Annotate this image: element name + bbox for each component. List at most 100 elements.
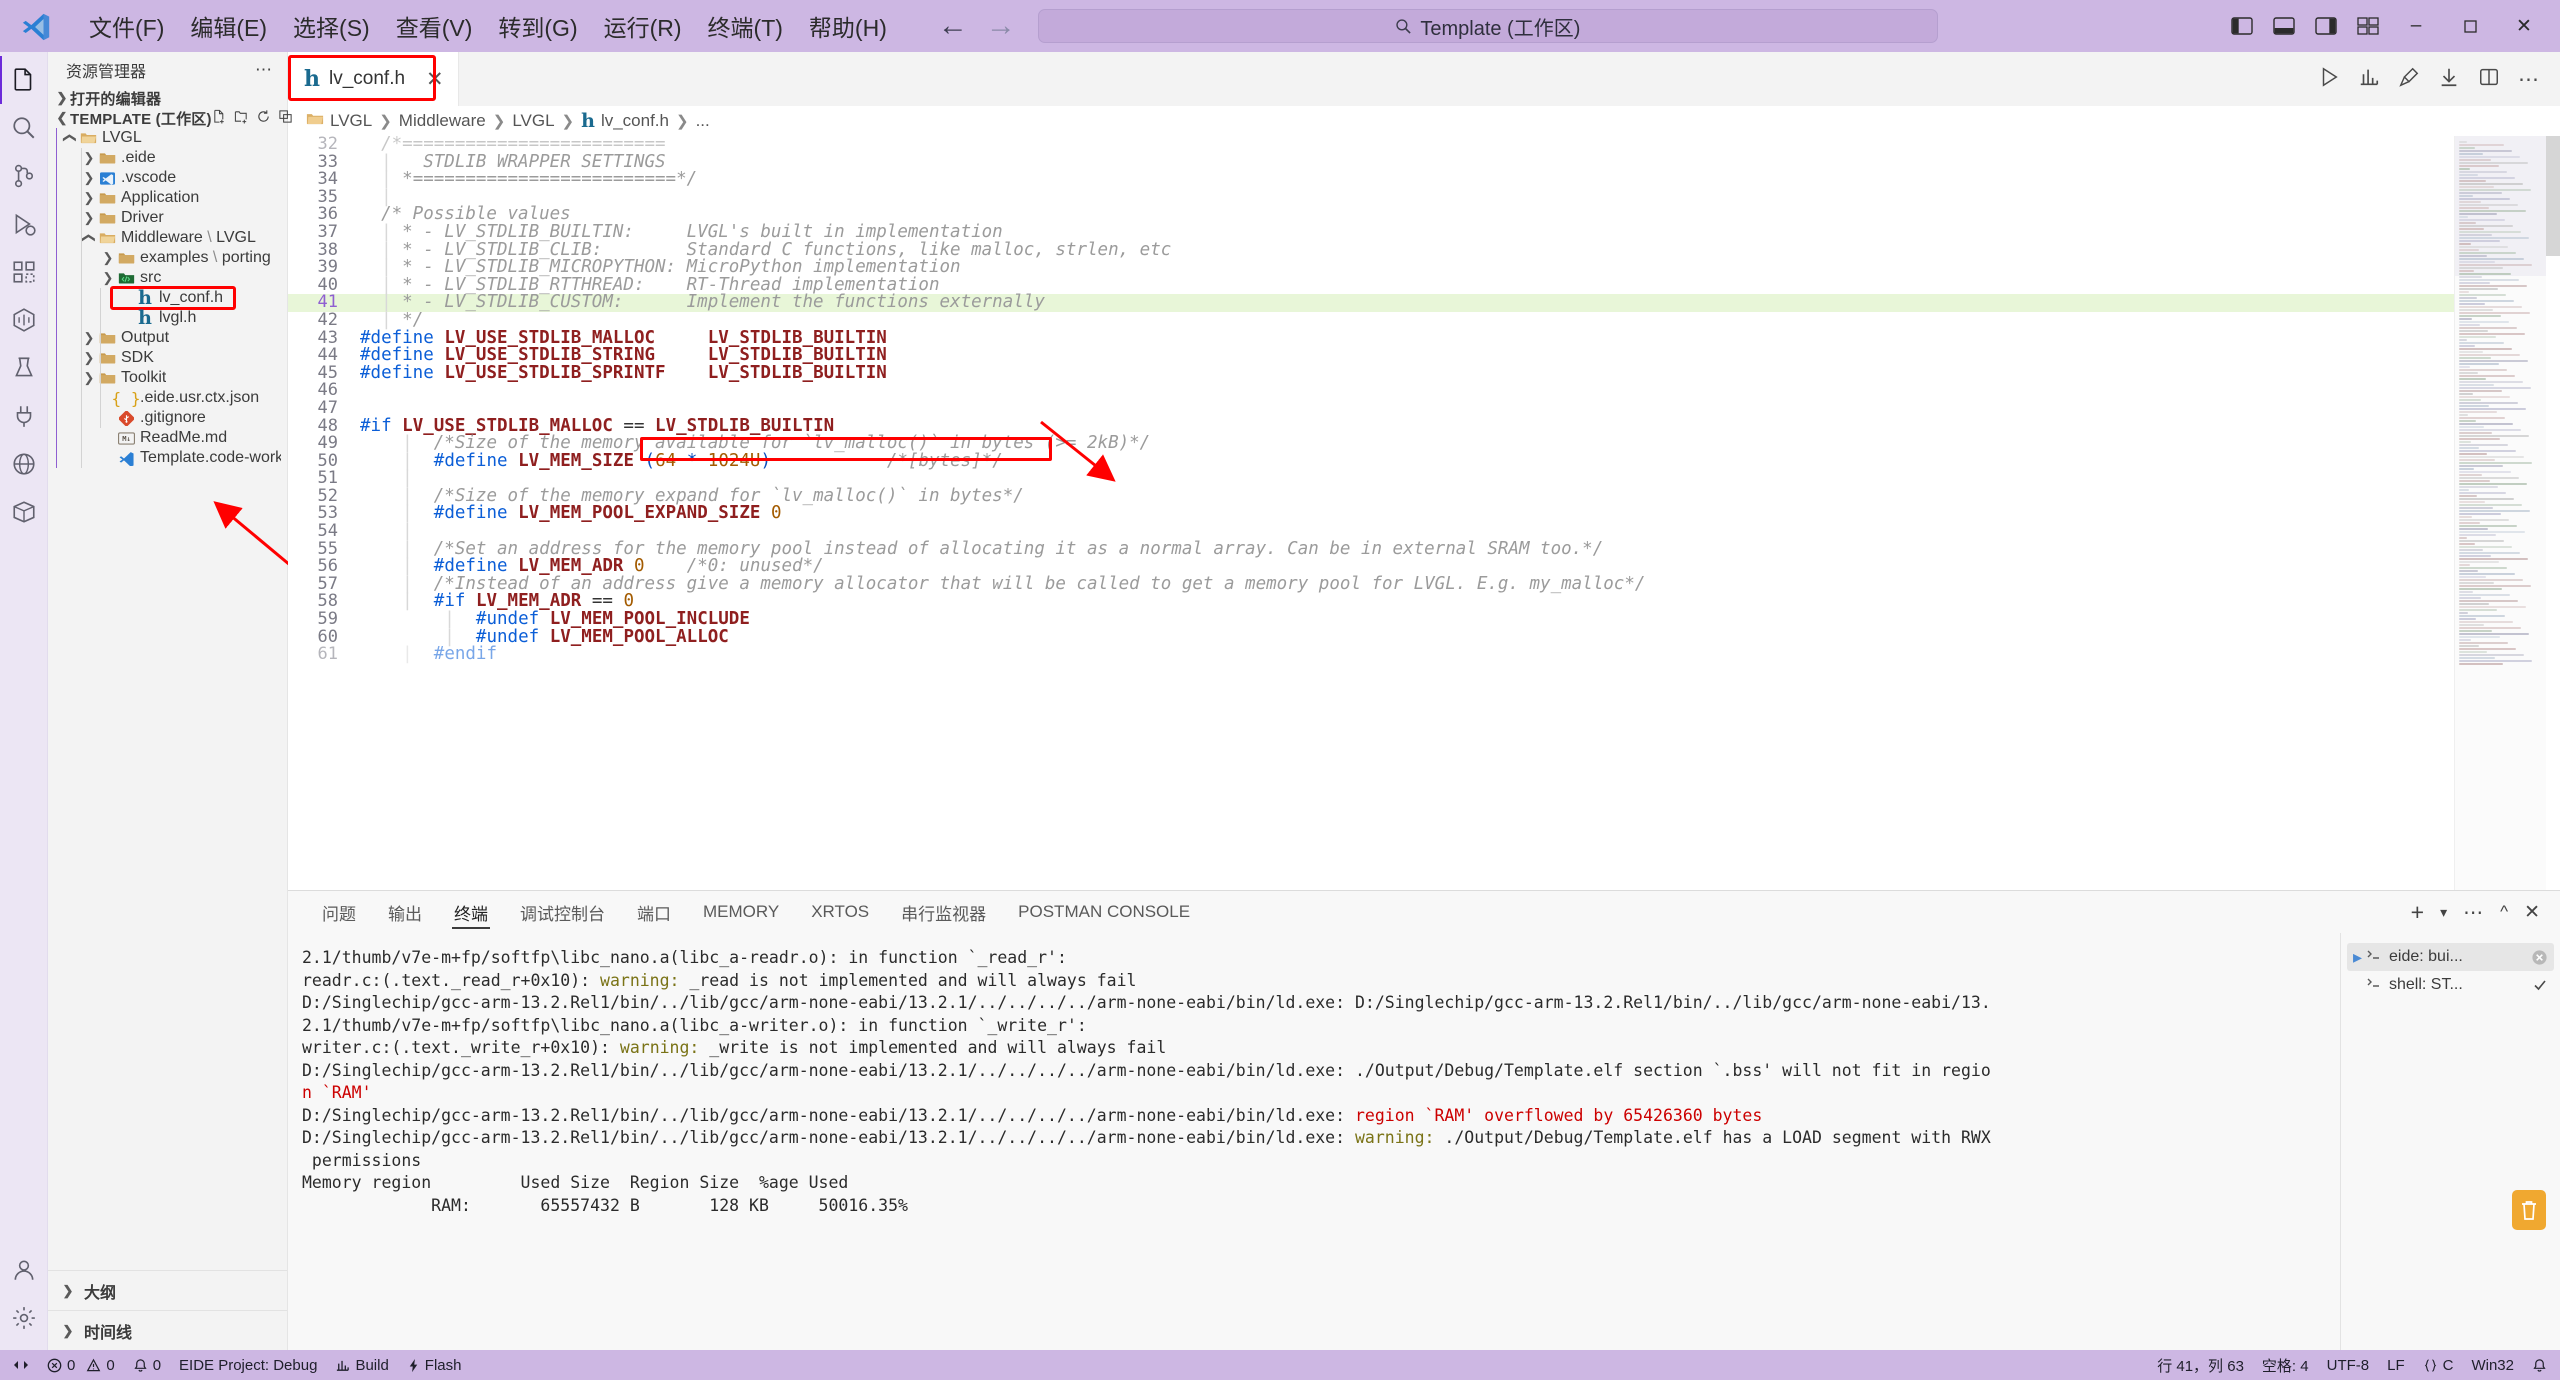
new-folder-icon[interactable] — [234, 109, 249, 128]
status-language-mode[interactable]: C — [2414, 1350, 2463, 1380]
sidebar-item-postman[interactable] — [0, 488, 48, 536]
sidebar-item-source-control[interactable] — [0, 152, 48, 200]
code-line[interactable]: 61 | #endif — [288, 645, 2454, 664]
menu-edit[interactable]: 编辑(E) — [177, 4, 280, 48]
breadcrumb-item-4[interactable]: ... — [696, 111, 710, 131]
code-line[interactable]: 53 | #define LV_MEM_POOL_EXPAND_SIZE 0 — [288, 505, 2454, 523]
terminal-list-item-eide[interactable]: ▸ eide: bui... — [2347, 943, 2554, 971]
more-actions-icon[interactable]: ⋯ — [2463, 900, 2484, 925]
code-line[interactable]: 32 /*========================= — [288, 136, 2454, 154]
panel-tab-8[interactable]: POSTMAN CONSOLE — [1002, 891, 1206, 933]
status-notifications[interactable] — [2523, 1350, 2556, 1380]
tree-item-lvgl-h[interactable]: ❯hlvgl.h — [48, 308, 287, 328]
code-line[interactable]: 60 | #undef LV_MEM_POOL_ALLOC — [288, 628, 2454, 647]
minimap[interactable] — [2454, 136, 2546, 890]
breadcrumb-item-0[interactable]: LVGL — [306, 111, 372, 131]
tree-item-template-code-workspace[interactable]: ❯Template.code-workspace — [48, 448, 287, 468]
panel-tab-6[interactable]: XRTOS — [795, 891, 885, 933]
download-icon[interactable] — [2438, 66, 2460, 93]
panel-tab-1[interactable]: 输出 — [372, 891, 438, 933]
sidebar-item-run-debug[interactable] — [0, 200, 48, 248]
section-outline[interactable]: ❯ 大纲 — [48, 1270, 287, 1310]
tree-item-readme-md[interactable]: ❯M↓ReadMe.md — [48, 428, 287, 448]
sidebar-item-remote[interactable] — [0, 440, 48, 488]
sidebar-item-explorer[interactable] — [0, 56, 48, 104]
code-line[interactable]: 41 | * - LV_STDLIB_CUSTOM: Implement the… — [288, 294, 2454, 312]
sidebar-item-search[interactable] — [0, 104, 48, 152]
status-cursor-position[interactable]: 行 41，列 63 — [2148, 1350, 2253, 1380]
maximize-button[interactable] — [2444, 6, 2496, 46]
clean-icon[interactable] — [2398, 66, 2420, 93]
more-actions-icon[interactable]: ⋯ — [2518, 67, 2540, 92]
terminal-dropdown-icon[interactable]: ▾ — [2440, 904, 2447, 921]
toggle-panel-icon[interactable] — [2264, 8, 2304, 44]
status-flash-button[interactable]: Flash — [398, 1350, 471, 1380]
tab-lv-conf-h[interactable]: h lv_conf.h ✕ — [288, 52, 459, 106]
tree-item-vscode[interactable]: ❯ .vscode — [48, 168, 287, 188]
sidebar-item-serial-monitor[interactable] — [0, 392, 48, 440]
status-eide-project[interactable]: EIDE Project: Debug — [170, 1350, 326, 1380]
tree-item-eide[interactable]: ❯ .eide — [48, 148, 287, 168]
run-icon[interactable] — [2318, 66, 2340, 93]
status-indentation[interactable]: 空格: 4 — [2253, 1350, 2318, 1380]
maximize-panel-icon[interactable]: ^ — [2500, 902, 2508, 922]
tree-item-lv-conf-h[interactable]: ❯hlv_conf.h — [48, 288, 287, 308]
terminal-list-item-shell[interactable]: shell: ST... — [2347, 971, 2554, 999]
section-workspace[interactable]: ❮ TEMPLATE (工作区) — [48, 108, 292, 128]
minimize-button[interactable]: – — [2390, 6, 2442, 46]
tree-item-application[interactable]: ❯ Application — [48, 188, 287, 208]
terminal-output[interactable]: 2.1/thumb/v7e-m+fp/softfp\libc_nano.a(li… — [288, 933, 2340, 1350]
menu-file[interactable]: 文件(F) — [76, 4, 177, 48]
menu-go[interactable]: 转到(G) — [485, 4, 590, 48]
status-eol[interactable]: LF — [2378, 1350, 2414, 1380]
account-button[interactable] — [0, 1246, 48, 1294]
status-remote[interactable] — [4, 1350, 38, 1380]
sidebar-item-extensions[interactable] — [0, 248, 48, 296]
ellipsis-icon[interactable]: ⋯ — [255, 60, 279, 80]
add-terminal-icon[interactable]: + — [2411, 899, 2424, 926]
breadcrumb-item-1[interactable]: Middleware — [399, 111, 486, 131]
settings-button[interactable] — [0, 1294, 48, 1342]
customize-layout-icon[interactable] — [2348, 8, 2388, 44]
tree-item-lvgl[interactable]: ❮ LVGL — [48, 128, 287, 148]
tree-item-examples-porting[interactable]: ❯ examples \ porting — [48, 248, 287, 268]
panel-tab-3[interactable]: 调试控制台 — [504, 891, 621, 933]
build-icon[interactable] — [2358, 66, 2380, 93]
code-line[interactable]: 45 #define LV_USE_STDLIB_SPRINTF LV_STDLI… — [288, 364, 2454, 383]
code-editor[interactable]: 32 /*========================= 33 | STDLI… — [288, 136, 2560, 890]
trash-icon[interactable] — [2512, 1190, 2546, 1230]
arrow-right-icon[interactable]: → — [986, 11, 1016, 41]
code-line[interactable]: 35 | — [288, 188, 2454, 207]
menu-help[interactable]: 帮助(H) — [796, 4, 900, 48]
code-line[interactable]: 50 | #define LV_MEM_SIZE (64 * 1024U) /*… — [288, 452, 2454, 471]
tree-item-src[interactable]: ❯ src — [48, 268, 287, 288]
panel-tab-4[interactable]: 端口 — [621, 891, 687, 933]
new-file-icon[interactable] — [212, 109, 227, 128]
tree-item-eide-usr-ctx-json[interactable]: ❯{ }.eide.usr.ctx.json — [48, 388, 287, 408]
tree-item-toolkit[interactable]: ❯ Toolkit — [48, 368, 287, 388]
panel-tab-2[interactable]: 终端 — [438, 891, 504, 933]
section-open-editors[interactable]: ❯ 打开的编辑器 — [48, 88, 287, 108]
breadcrumb-item-3[interactable]: h lv_conf.h — [581, 110, 669, 132]
breadcrumb-item-2[interactable]: LVGL — [512, 111, 554, 131]
menu-run[interactable]: 运行(R) — [591, 4, 695, 48]
code-line[interactable]: 46 — [288, 382, 2454, 400]
close-icon[interactable]: ✕ — [426, 67, 444, 92]
menu-selection[interactable]: 选择(S) — [280, 4, 383, 48]
split-editor-icon[interactable] — [2478, 66, 2500, 93]
panel-tab-7[interactable]: 串行监视器 — [885, 891, 1002, 933]
refresh-icon[interactable] — [256, 109, 271, 128]
status-platform[interactable]: Win32 — [2462, 1350, 2523, 1380]
toggle-primary-sidebar-icon[interactable] — [2222, 8, 2262, 44]
command-center[interactable]: Template (工作区) — [1037, 9, 1938, 43]
close-circle-icon[interactable] — [2531, 949, 2548, 966]
close-button[interactable]: ✕ — [2498, 6, 2550, 46]
menu-terminal[interactable]: 终端(T) — [695, 4, 796, 48]
status-problems[interactable]: 0 0 — [38, 1350, 124, 1380]
tree-item-sdk[interactable]: ❯ SDK — [48, 348, 287, 368]
status-build-button[interactable]: Build — [326, 1350, 397, 1380]
editor-scrollbar-thumb[interactable] — [2546, 136, 2560, 256]
status-notifications-left[interactable]: 0 — [124, 1350, 170, 1380]
tree-item-gitignore[interactable]: ❯.gitignore — [48, 408, 287, 428]
arrow-left-icon[interactable]: ← — [938, 11, 968, 41]
